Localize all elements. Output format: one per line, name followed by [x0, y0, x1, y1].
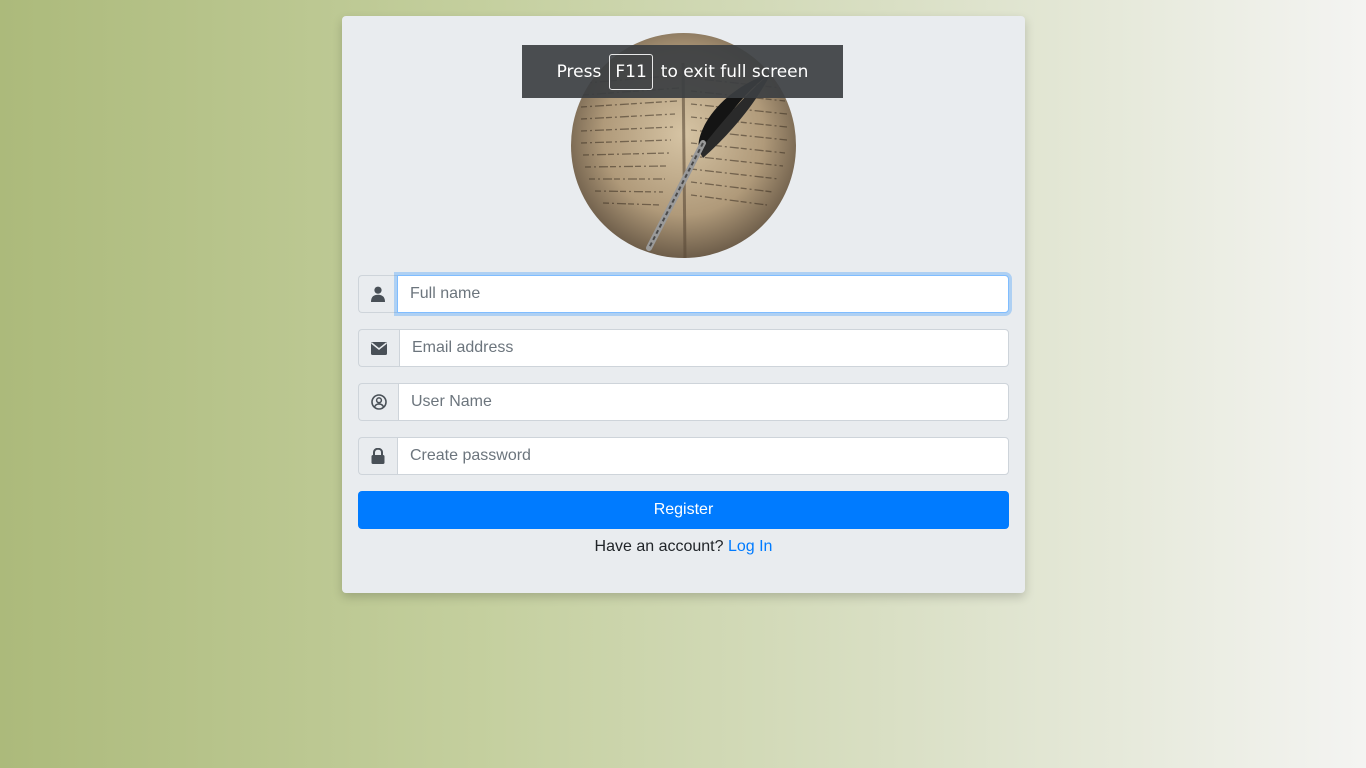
full-name-input[interactable] [397, 275, 1009, 313]
password-group [358, 437, 1009, 475]
password-input[interactable] [397, 437, 1009, 475]
user-circle-icon [358, 383, 398, 421]
f11-key-badge: F11 [609, 53, 653, 90]
username-group [358, 383, 1009, 421]
lock-icon [358, 437, 397, 475]
login-prompt: Have an account? Log In [342, 538, 1025, 556]
account-prompt-text: Have an account? [594, 538, 724, 555]
full-name-group [358, 275, 1009, 313]
email-group [358, 329, 1009, 367]
username-input[interactable] [398, 383, 1009, 421]
user-icon [358, 275, 397, 313]
register-button[interactable]: Register [358, 491, 1009, 529]
fullscreen-notice-suffix: to exit full screen [660, 61, 809, 82]
fullscreen-notice-prefix: Press [556, 61, 602, 82]
email-input[interactable] [399, 329, 1009, 367]
register-card: Register Have an account? Log In [342, 16, 1025, 593]
fullscreen-notice: Press F11 to exit full screen [522, 45, 843, 98]
envelope-icon [358, 329, 399, 367]
login-link[interactable]: Log In [728, 538, 772, 555]
